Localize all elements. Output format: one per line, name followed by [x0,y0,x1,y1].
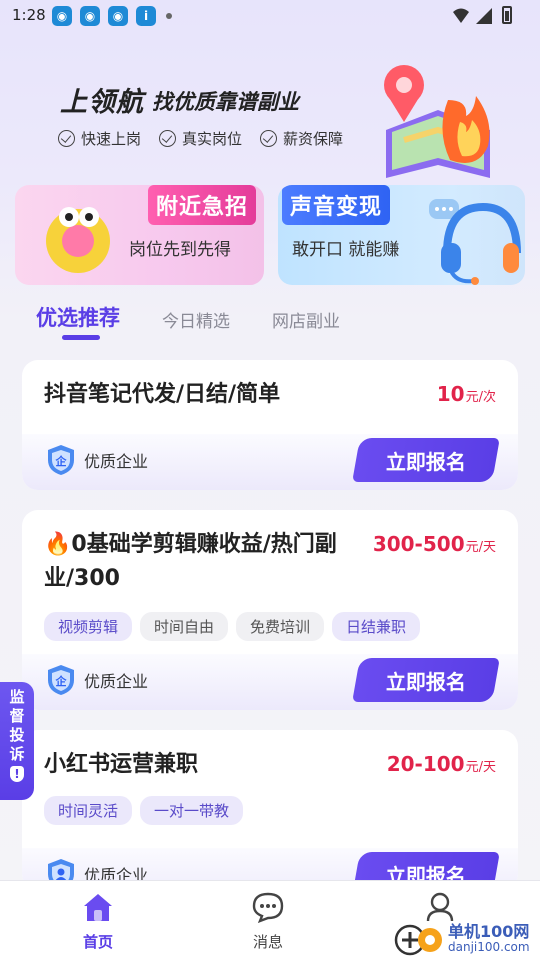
headphones-icon [429,199,521,285]
job-price: 300-500元/天 [372,532,496,556]
check-circle-icon [260,130,278,147]
active-tab-indicator [62,335,100,340]
status-bar: 1:28 ◉ ◉ ◉ i [0,0,540,32]
job-tag: 时间自由 [140,612,229,641]
promo-badge: 声音变现 [282,185,391,225]
enterprise-label: 企 优质企业 [46,444,148,476]
job-price: 20-100元/天 [386,752,496,776]
tab-recommended[interactable]: 优选推荐 [36,302,120,332]
job-title: 抖音笔记代发/日结/简单 [44,382,281,407]
promo-badge: 附近急招 [147,185,256,225]
alert-shield-icon: ! [10,766,24,782]
check-circle-icon [58,130,75,147]
job-price: 10元/次 [436,382,496,406]
status-time: 1:28 [12,6,46,24]
job-tabs: 优选推荐 今日精选 网店副业 [36,302,382,332]
promo-text: 敢开口 就能赚 [292,240,400,260]
supervision-complaint-button[interactable]: 监 督 投 诉 ! [0,682,34,800]
job-title: 小红书运营兼职 [44,752,199,777]
hero-features: 快速上岗 真实岗位 薪资保障 [58,128,343,149]
tab-online-store[interactable]: 网店副业 [272,307,340,332]
job-tag: 一对一带教 [140,796,244,825]
job-tag: 免费培训 [236,612,325,641]
check-circle-icon [159,130,177,147]
signal-icon [476,8,492,24]
map-fire-illustration [384,65,490,178]
app-notification-icon: ◉ [80,6,100,26]
verified-shield-icon: 企 [48,665,74,695]
promo-voice-monetize[interactable]: 声音变现 敢开口 就能赚 [278,185,525,285]
job-tag: 视频剪辑 [44,612,133,641]
feature-item: 薪资保障 [260,128,343,149]
hero-subtitle: 找优质靠谱副业 [152,90,299,114]
watermark-logo-icon [394,924,442,956]
feature-item: 快速上岗 [58,128,141,149]
job-card[interactable]: 🔥0基础学剪辑赚收益/热门副 业/300 300-500元/天 视频剪辑 时间自由… [22,510,518,710]
hero-title: 上领航 [60,87,144,118]
battery-icon [502,6,512,24]
job-tags: 视频剪辑 时间自由 免费培训 日结兼职 [44,612,421,641]
enterprise-label: 企 优质企业 [46,664,148,696]
app-notification-icon: ◉ [52,6,72,26]
feature-item: 真实岗位 [159,128,242,149]
app-notification-icon: ◉ [108,6,128,26]
svg-text:企: 企 [55,454,68,468]
tab-today-picks[interactable]: 今日精选 [162,307,230,332]
job-tag: 日结兼职 [332,612,421,641]
job-card[interactable]: 小红书运营兼职 20-100元/天 时间灵活 一对一带教 优质企业 立即报名 [22,730,518,890]
mascot-icon [46,207,110,273]
verified-shield-icon: 企 [48,445,74,475]
promo-text: 岗位先到先得 [129,240,231,260]
message-icon [252,892,284,924]
job-title: 🔥0基础学剪辑赚收益/热门副 业/300 [44,532,337,591]
promo-nearby-urgent[interactable]: 附近急招 岗位先到先得 [15,185,264,285]
wifi-icon [453,8,469,23]
more-notifications-dot [166,13,172,19]
job-tags: 时间灵活 一对一带教 [44,796,244,825]
apply-button[interactable]: 立即报名 [352,438,500,482]
job-card[interactable]: 抖音笔记代发/日结/简单 10元/次 企 优质企业 立即报名 [22,360,518,490]
home-icon [84,894,112,921]
nav-messages[interactable]: 消息 [228,891,308,952]
site-watermark: 单机100网 danji100.com [390,916,540,960]
info-app-icon: i [136,6,156,26]
apply-button[interactable]: 立即报名 [352,658,500,702]
svg-text:企: 企 [55,674,68,688]
job-tag: 时间灵活 [44,796,133,825]
nav-home[interactable]: 首页 [58,891,138,952]
